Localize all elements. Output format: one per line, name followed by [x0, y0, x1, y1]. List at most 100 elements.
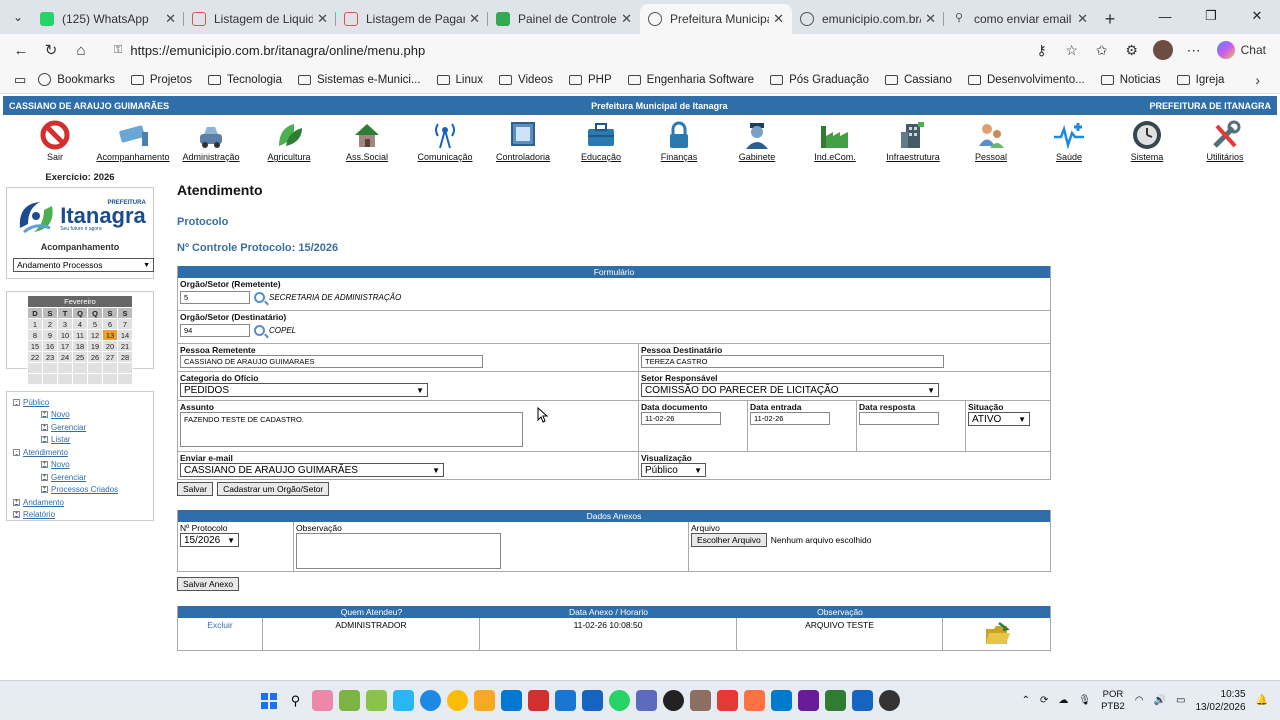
data-documento-input[interactable]: 11-02-26	[641, 412, 721, 425]
calendar-day[interactable]: 24	[58, 352, 72, 362]
calendar-day[interactable]: 25	[73, 352, 87, 362]
close-icon[interactable]: ✕	[165, 11, 176, 27]
cloud-icon[interactable]: ☁	[1058, 695, 1068, 706]
calendar-day[interactable]: 28	[118, 352, 132, 362]
tree-item[interactable]: + Relatório	[13, 509, 147, 522]
app-icon[interactable]	[717, 690, 738, 711]
language-indicator[interactable]: POR PTB2	[1101, 689, 1125, 713]
collapse-icon[interactable]: -	[13, 448, 20, 456]
close-icon[interactable]: ✕	[317, 11, 328, 27]
app-icon[interactable]	[528, 690, 549, 711]
calendar-day[interactable]: 14	[118, 330, 132, 340]
search-icon[interactable]: ⚲	[285, 690, 306, 711]
store-icon[interactable]	[501, 690, 522, 711]
close-window-icon[interactable]: ✕	[1234, 0, 1280, 32]
favorites-icon[interactable]: ✩	[1087, 36, 1117, 64]
battery-icon[interactable]: ▭	[1176, 695, 1185, 706]
module-gabinete[interactable]: Gabinete	[719, 119, 795, 162]
pessoa-destinatario-input[interactable]: TEREZA CASTRO	[641, 355, 944, 368]
expand-icon[interactable]: +	[41, 423, 48, 431]
process-select[interactable]: Andamento Processos ▼	[13, 258, 154, 272]
delete-link[interactable]: Excluir	[178, 618, 263, 650]
module-financas[interactable]: Finanças	[641, 119, 717, 162]
app-icon[interactable]	[393, 690, 414, 711]
bookmark-folder[interactable]: Desenvolvimento...	[960, 74, 1093, 86]
module-sistema[interactable]: Sistema	[1109, 119, 1185, 162]
file-explorer-icon[interactable]	[474, 690, 495, 711]
outlook-icon[interactable]	[582, 690, 603, 711]
expand-icon[interactable]: +	[13, 498, 20, 506]
calendar-day[interactable]: 11	[73, 330, 87, 340]
chevron-right-icon[interactable]: ›	[1255, 72, 1260, 88]
copilot-icon[interactable]	[312, 690, 333, 711]
setor-select[interactable]: COMISSÃO DO PARECER DE LICITAÇÃO ▼	[641, 383, 939, 397]
tab-list-icon[interactable]: ⌄	[4, 3, 32, 31]
expand-icon[interactable]: +	[13, 511, 20, 519]
open-file-icon[interactable]	[943, 618, 1050, 650]
calendar-day[interactable]: 21	[118, 341, 132, 351]
url-field[interactable]: ⚿ https://emunicipio.com.br/itanagra/onli…	[104, 36, 1019, 64]
close-icon[interactable]: ✕	[773, 11, 784, 27]
close-icon[interactable]: ✕	[1077, 11, 1088, 27]
calendar-day[interactable]: 18	[73, 341, 87, 351]
chrome-icon[interactable]	[447, 690, 468, 711]
new-tab-button[interactable]: +	[1096, 5, 1124, 33]
app-icon[interactable]	[555, 690, 576, 711]
close-icon[interactable]: ✕	[925, 11, 936, 27]
bookmark-folder[interactable]: PHP	[561, 74, 620, 86]
minimize-icon[interactable]: —	[1142, 0, 1188, 32]
search-icon[interactable]	[254, 325, 265, 336]
browser-tab[interactable]: (125) WhatsApp ✕	[32, 4, 184, 34]
expand-icon[interactable]: +	[41, 473, 48, 481]
pessoa-remetente-input[interactable]: CASSIANO DE ARAUJO GUIMARAES	[180, 355, 483, 368]
tree-item[interactable]: - Público	[13, 396, 147, 409]
expand-icon[interactable]: +	[41, 461, 48, 469]
reading-list-icon[interactable]: ▭	[6, 72, 30, 88]
module-ass-social[interactable]: Ass.Social	[329, 119, 405, 162]
calendar-day[interactable]: 16	[43, 341, 57, 351]
browser-tab[interactable]: ⚲ como enviar email usan ✕	[944, 4, 1096, 34]
chevron-up-icon[interactable]: ⌃	[1022, 695, 1030, 706]
data-resposta-input[interactable]	[859, 412, 939, 425]
back-icon[interactable]: ←	[6, 36, 36, 64]
close-icon[interactable]: ✕	[469, 11, 480, 27]
reload-icon[interactable]: ↻	[36, 36, 66, 64]
calendar-day[interactable]: 2	[43, 319, 57, 329]
calendar-day[interactable]: 5	[88, 319, 102, 329]
module-infraestrutura[interactable]: Infraestrutura	[875, 119, 951, 162]
bookmark-folder[interactable]: Cassiano	[877, 74, 960, 86]
app-icon[interactable]	[690, 690, 711, 711]
bookmark-folder[interactable]: Engenharia Software	[620, 74, 762, 86]
data-entrada-input[interactable]: 11-02-26	[750, 412, 830, 425]
app-icon[interactable]	[663, 690, 684, 711]
volume-icon[interactable]: 🔊	[1154, 695, 1166, 706]
tree-item[interactable]: - Atendimento	[13, 446, 147, 459]
calendar-day[interactable]: 10	[58, 330, 72, 340]
bookmark-folder[interactable]: Videos	[491, 74, 561, 86]
calendar-day[interactable]: 22	[28, 352, 42, 362]
app-icon[interactable]	[366, 690, 387, 711]
extensions-icon[interactable]: ⚙	[1117, 36, 1147, 64]
calendar-day[interactable]: 6	[103, 319, 117, 329]
calendar-day[interactable]: 3	[58, 319, 72, 329]
expand-icon[interactable]: +	[41, 436, 48, 444]
search-icon[interactable]	[254, 292, 265, 303]
email-select[interactable]: CASSIANO DE ARAUJO GUIMARÃES ▼	[180, 463, 444, 477]
app-icon[interactable]	[879, 690, 900, 711]
copilot-chat-button[interactable]: Chat	[1209, 37, 1274, 63]
calendar-day[interactable]: 15	[28, 341, 42, 351]
tree-item[interactable]: + Gerenciar	[13, 421, 147, 434]
sync-icon[interactable]: ⟳	[1040, 695, 1048, 706]
module-utilitarios[interactable]: Utilitários	[1187, 119, 1263, 162]
expand-icon[interactable]: +	[41, 411, 48, 419]
calendar-day[interactable]: 1	[28, 319, 42, 329]
app-icon[interactable]	[339, 690, 360, 711]
expand-icon[interactable]: +	[41, 486, 48, 494]
more-icon[interactable]: ⋯	[1179, 36, 1209, 64]
notifications-icon[interactable]: 🔔	[1256, 695, 1268, 706]
clock[interactable]: 10:35 13/02/2026	[1195, 688, 1245, 714]
calendar-day[interactable]: 23	[43, 352, 57, 362]
bookmark-folder[interactable]: Linux	[429, 74, 492, 86]
browser-tab-active[interactable]: Prefeitura Municipal de ✕	[640, 4, 792, 34]
wifi-icon[interactable]: ◠	[1135, 695, 1144, 706]
